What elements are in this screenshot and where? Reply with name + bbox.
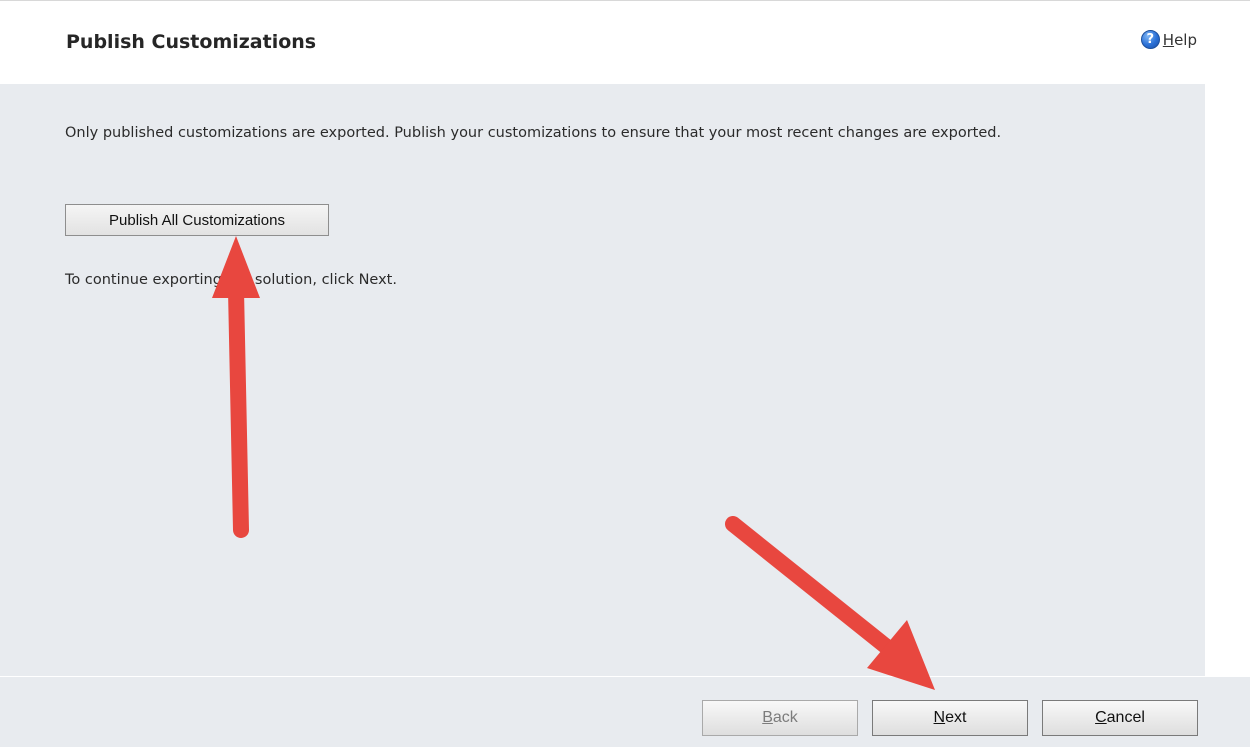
help-label: Help [1162, 30, 1197, 49]
cancel-button[interactable]: Cancel [1042, 700, 1198, 736]
dialog-header: Publish Customizations ? Help [0, 0, 1250, 84]
question-circle-icon: ? [1140, 30, 1160, 49]
help-link[interactable]: ? Help [1140, 30, 1197, 49]
dialog-footer: Back Next Cancel [0, 676, 1250, 747]
next-button[interactable]: Next [872, 700, 1028, 736]
publish-all-customizations-button[interactable]: Publish All Customizations [65, 204, 329, 236]
right-margin [1205, 84, 1250, 676]
publish-customizations-dialog: Publish Customizations ? Help Only publi… [0, 0, 1250, 747]
page-title: Publish Customizations [66, 31, 317, 53]
dialog-content: Only published customizations are export… [0, 84, 1205, 676]
back-button[interactable]: Back [702, 700, 858, 736]
description-text: Only published customizations are export… [65, 125, 1002, 141]
continue-instruction-text: To continue exporting the solution, clic… [65, 272, 397, 288]
